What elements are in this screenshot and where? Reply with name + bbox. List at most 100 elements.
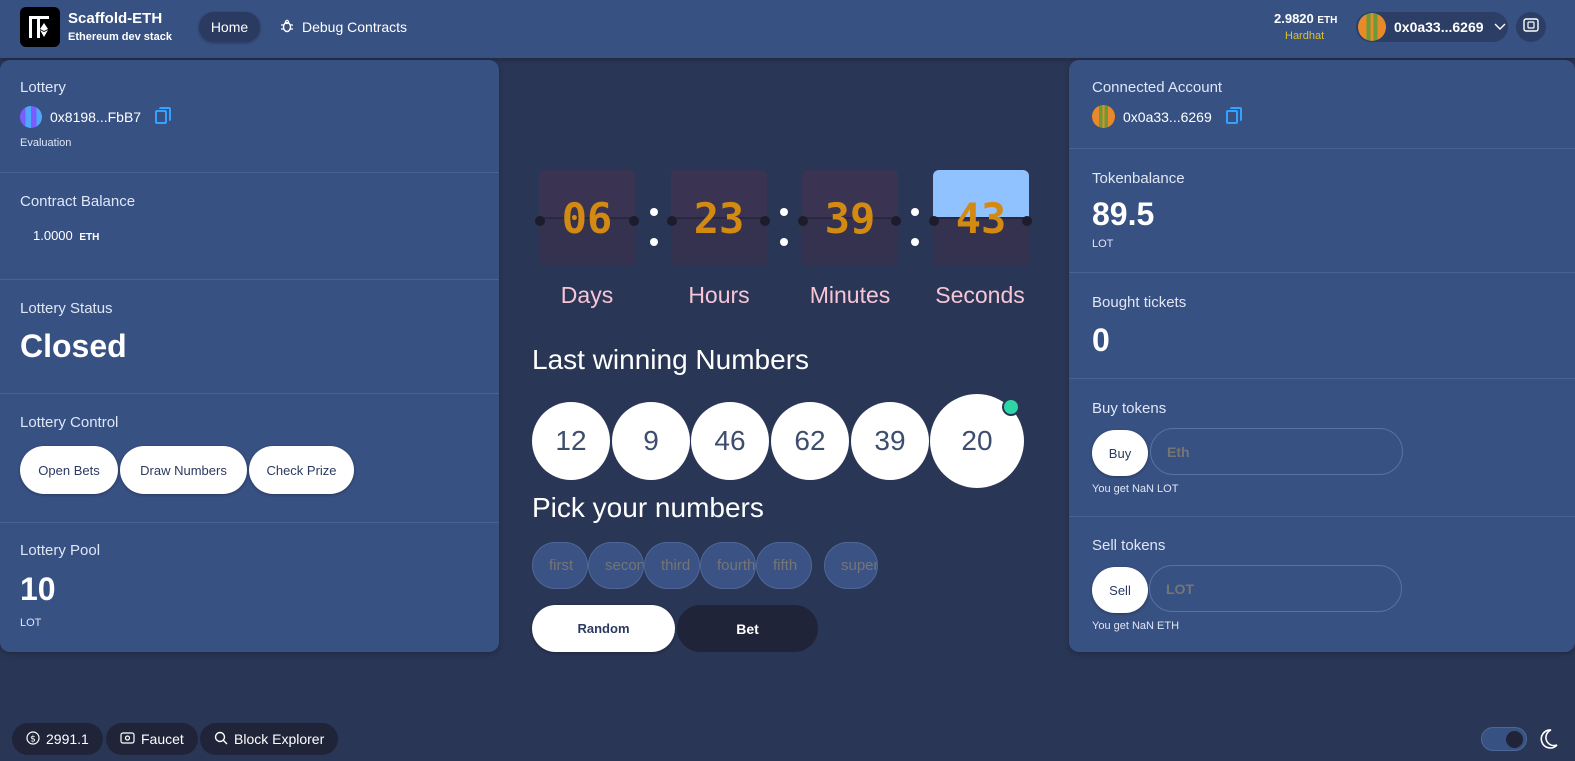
lottery-pool-section: Lottery Pool 10 LOT <box>0 523 499 652</box>
account-dropdown-button[interactable]: 0x0a33...6269 <box>1356 12 1508 42</box>
pick-first-input[interactable] <box>532 542 588 589</box>
eth-price-button[interactable]: $ 2991.1 <box>12 723 103 755</box>
lottery-control-section: Lottery Control Open Bets Draw Numbers C… <box>0 394 499 523</box>
eth-balance-value: 2.9820 <box>1274 11 1314 26</box>
faucet-button[interactable]: Faucet <box>106 723 198 755</box>
token-balance-value: 89.5 <box>1092 196 1155 232</box>
eth-balance: 2.9820 ETH <box>1274 11 1337 26</box>
days-label: Days <box>560 282 614 308</box>
check-prize-button[interactable]: Check Prize <box>249 446 354 494</box>
sell-tokens-label: Sell tokens <box>1092 537 1166 554</box>
countdown-hours-card: 23 <box>671 170 767 266</box>
lottery-status-section: Lottery Status Closed <box>0 280 499 394</box>
copy-icon[interactable] <box>155 107 172 124</box>
sell-hint: You get NaN ETH <box>1092 620 1180 632</box>
account-address: 0x0a33...6269 <box>1394 19 1484 35</box>
flip-hinge-dot <box>1022 216 1032 226</box>
contract-blockie-icon <box>20 106 42 128</box>
brand-subtitle: Ethereum dev stack <box>68 31 172 43</box>
lottery-address-row: 0x8198...FbB7 <box>20 106 172 128</box>
lottery-info-card: Lottery 0x8198...FbB7 Evaluation Contrac… <box>0 60 499 652</box>
connected-account-label: Connected Account <box>1092 79 1223 96</box>
pick-super-input[interactable] <box>824 542 878 589</box>
countdown-colon-dot <box>780 238 788 246</box>
sell-button[interactable]: Sell <box>1092 567 1148 613</box>
lottery-control-label: Lottery Control <box>20 414 119 431</box>
theme-toggle[interactable] <box>1481 727 1527 751</box>
contract-balance-value-row: 1.0000 ETH <box>33 228 99 243</box>
network-name: Hardhat <box>1285 30 1325 42</box>
countdown-days-card: 06 <box>539 170 635 266</box>
top-header: Scaffold-ETH Ethereum dev stack Home Deb… <box>0 0 1575 58</box>
contract-balance-label: Contract Balance <box>20 193 136 210</box>
block-explorer-button[interactable]: Block Explorer <box>200 723 339 755</box>
countdown-seconds: 43 <box>955 193 1007 243</box>
pick-third-input[interactable] <box>644 542 700 589</box>
bought-tickets-label: Bought tickets <box>1092 294 1187 311</box>
account-avatar <box>1092 105 1115 128</box>
countdown-hours: 23 <box>693 193 745 243</box>
bought-tickets-value: 0 <box>1092 322 1110 358</box>
nav-debug-label: Debug Contracts <box>302 19 408 35</box>
buy-hint: You get NaN LOT <box>1092 483 1179 495</box>
flip-hinge-dot <box>891 216 901 226</box>
countdown-seconds-card: 43 <box>933 170 1029 266</box>
token-balance-unit: LOT <box>1092 238 1114 250</box>
bought-tickets-section: Bought tickets 0 <box>1069 273 1575 379</box>
flip-hinge-dot <box>535 216 545 226</box>
minutes-label: Minutes <box>809 282 891 308</box>
draw-numbers-button[interactable]: Draw Numbers <box>120 446 247 494</box>
flip-hinge-dot <box>667 216 677 226</box>
eth-price-value: 2991.1 <box>46 731 89 747</box>
lottery-status-label: Lottery Status <box>20 300 113 317</box>
connected-account-row: 0x0a33...6269 <box>1092 105 1242 128</box>
countdown-minutes-card: 39 <box>802 170 898 266</box>
bet-button[interactable]: Bet <box>677 605 818 652</box>
lottery-pool-label: Lottery Pool <box>20 542 101 559</box>
svg-text:$: $ <box>30 734 36 744</box>
buy-eth-input[interactable] <box>1150 428 1403 475</box>
contract-balance-unit: ETH <box>79 232 100 243</box>
bug-icon <box>280 19 294 36</box>
contract-balance-section: Contract Balance 1.0000 ETH <box>0 173 499 280</box>
token-balance-section: Tokenbalance 89.5 LOT <box>1069 149 1575 273</box>
pick-fourth-input[interactable] <box>700 542 756 589</box>
search-icon <box>214 731 228 748</box>
winning-number-ball: 46 <box>691 402 769 480</box>
pick-numbers-heading: Pick your numbers <box>532 492 764 523</box>
pick-second-input[interactable] <box>588 542 644 589</box>
scaffold-logo-icon[interactable] <box>20 7 60 47</box>
nav-debug-contracts-link[interactable]: Debug Contracts <box>280 12 407 42</box>
brand-title: Scaffold-ETH <box>68 10 163 27</box>
pick-fifth-input[interactable] <box>756 542 812 589</box>
copy-icon[interactable] <box>1225 106 1242 124</box>
countdown-colon-dot <box>911 208 919 216</box>
sell-lot-input[interactable] <box>1149 565 1402 612</box>
dollar-icon: $ <box>26 730 40 748</box>
countdown-colon-dot <box>650 238 658 246</box>
open-bets-button[interactable]: Open Bets <box>20 446 118 494</box>
token-balance-label: Tokenbalance <box>1092 170 1185 187</box>
buy-button[interactable]: Buy <box>1092 430 1148 476</box>
winning-number-ball: 39 <box>851 402 929 480</box>
countdown-colon-dot <box>911 238 919 246</box>
account-avatar <box>1358 13 1386 41</box>
block-explorer-label: Block Explorer <box>234 731 325 747</box>
lottery-status-value: Closed <box>20 328 127 364</box>
qr-code-button[interactable] <box>1516 12 1546 42</box>
lottery-section: Lottery 0x8198...FbB7 Evaluation <box>0 60 499 173</box>
nav-home-link[interactable]: Home <box>199 12 260 42</box>
lottery-pool-unit: LOT <box>20 617 42 629</box>
connected-account-section: Connected Account 0x0a33...6269 <box>1069 60 1575 149</box>
chevron-down-icon <box>1494 20 1506 34</box>
hours-label: Hours <box>688 282 750 308</box>
countdown-colon-dot <box>780 208 788 216</box>
eth-balance-unit: ETH <box>1317 15 1338 26</box>
flip-hinge-dot <box>629 216 639 226</box>
sell-tokens-section: Sell tokens Sell You get NaN ETH <box>1069 517 1575 652</box>
flip-hinge-dot <box>798 216 808 226</box>
buy-tokens-label: Buy tokens <box>1092 400 1167 417</box>
random-button[interactable]: Random <box>532 605 675 652</box>
countdown-colon-dot <box>650 208 658 216</box>
super-number-indicator <box>1002 398 1020 416</box>
